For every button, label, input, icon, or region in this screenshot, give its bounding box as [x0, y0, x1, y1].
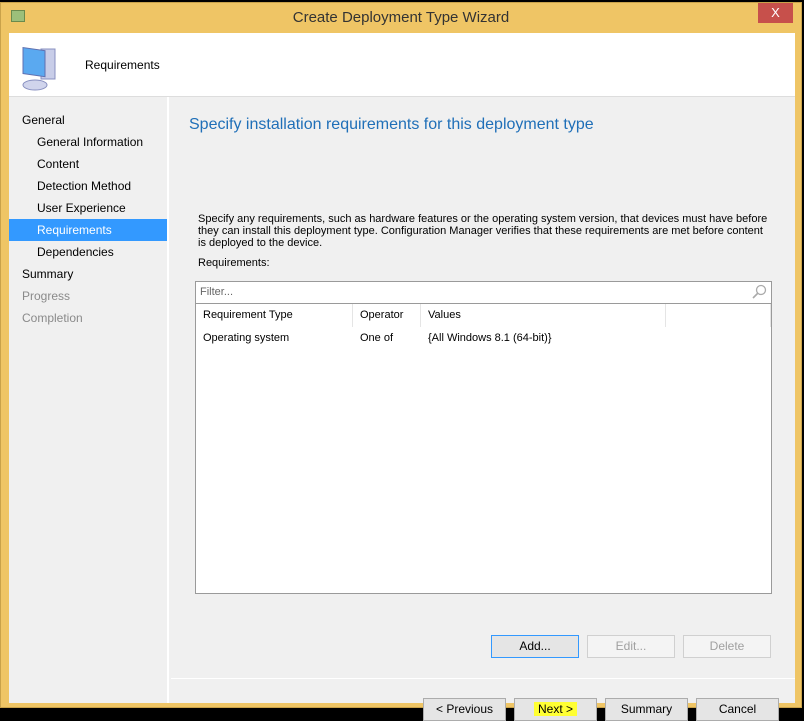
edit-button[interactable]: Edit...	[587, 635, 675, 658]
nav-item-content[interactable]: Content	[9, 153, 167, 175]
close-button[interactable]: X	[758, 3, 793, 23]
nav-item-general-information[interactable]: General Information	[9, 131, 167, 153]
page-description: Specify any requirements, such as hardwa…	[198, 213, 768, 249]
requirements-table: Requirement Type Operator Values Operati…	[195, 304, 772, 594]
filter-placeholder: Filter...	[200, 286, 234, 298]
cell-requirement-type: Operating system	[203, 332, 290, 344]
add-button[interactable]: Add...	[491, 635, 579, 658]
cell-operator: One of	[360, 332, 394, 344]
title-bar: Create Deployment Type Wizard X	[1, 3, 801, 32]
nav-item-completion: Completion	[22, 311, 83, 325]
nav-item-general[interactable]: General	[9, 109, 167, 131]
column-header-values[interactable]: Values	[421, 304, 666, 327]
cancel-button[interactable]: Cancel	[696, 698, 779, 721]
nav-item-requirements[interactable]: Requirements	[9, 219, 167, 241]
wizard-header: Requirements	[9, 33, 795, 97]
filter-input[interactable]: Filter...	[195, 281, 772, 304]
table-row[interactable]: Operating system One of {All Windows 8.1…	[196, 327, 771, 350]
nav-item-user-experience[interactable]: User Experience	[9, 197, 167, 219]
search-icon[interactable]	[751, 284, 767, 300]
table-header: Requirement Type Operator Values	[196, 304, 771, 327]
nav-item-detection-method[interactable]: Detection Method	[9, 175, 167, 197]
column-header-operator[interactable]: Operator	[353, 304, 421, 327]
next-label: Next >	[533, 702, 577, 716]
summary-button[interactable]: Summary	[605, 698, 688, 721]
page-header-title: Requirements	[85, 58, 160, 72]
cell-values: {All Windows 8.1 (64-bit)}	[428, 332, 552, 344]
page-heading: Specify installation requirements for th…	[189, 116, 594, 133]
footer-divider	[171, 678, 795, 679]
content-pane: Specify installation requirements for th…	[171, 97, 795, 721]
nav-item-progress: Progress	[22, 289, 71, 303]
next-button[interactable]: Next >	[514, 698, 597, 721]
nav-item-dependencies[interactable]: Dependencies	[9, 241, 167, 263]
nav-item-summary[interactable]: Summary	[9, 263, 167, 285]
column-header-empty	[666, 304, 771, 327]
wizard-nav: General General Information Content Detecti…	[9, 97, 169, 703]
computer-icon	[22, 46, 56, 91]
delete-button[interactable]: Delete	[683, 635, 771, 658]
column-header-requirement-type[interactable]: Requirement Type	[196, 304, 353, 327]
window-title: Create Deployment Type Wizard	[292, 9, 510, 26]
previous-button[interactable]: < Previous	[423, 698, 506, 721]
requirements-label: Requirements:	[198, 257, 270, 269]
wizard-window: Create Deployment Type Wizard X Requirem…	[0, 2, 802, 721]
